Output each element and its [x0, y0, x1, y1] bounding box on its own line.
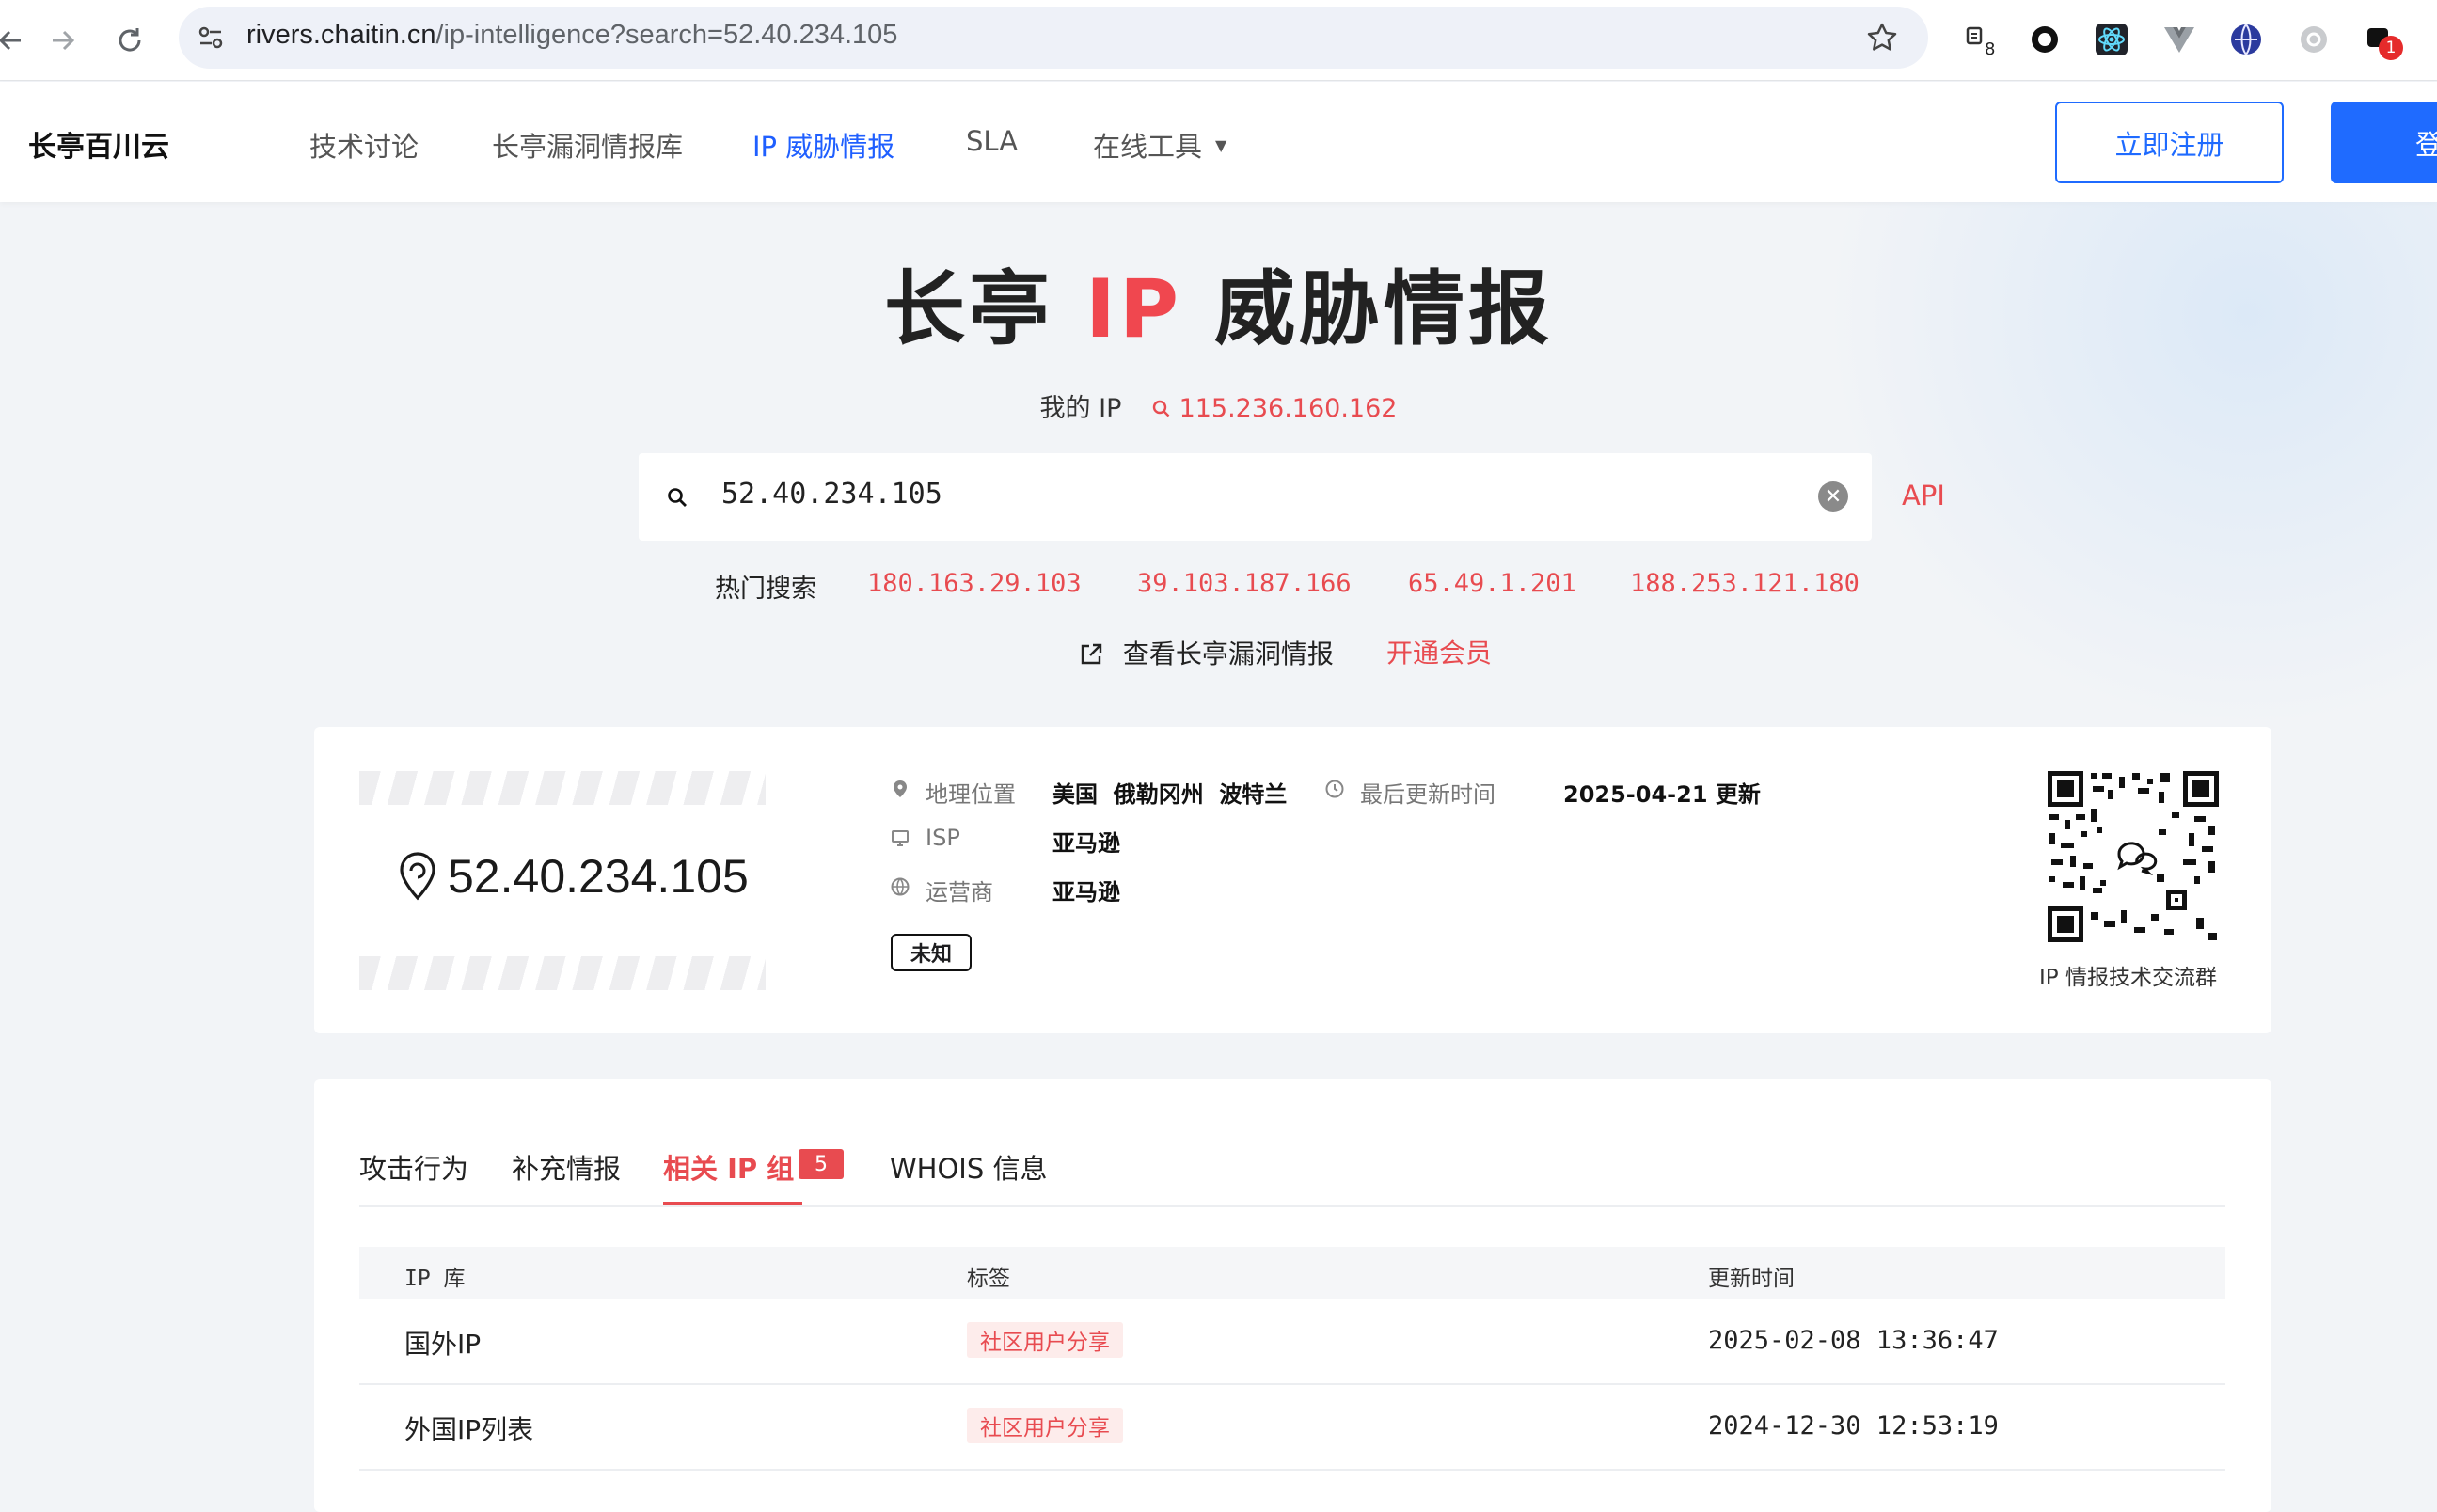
url-host: rivers.chaitin.cn — [246, 20, 436, 50]
title-part-2: 威胁情报 — [1213, 262, 1553, 356]
isp-value: 亚马逊 — [1052, 830, 1120, 857]
nav-tech-discussion[interactable]: 技术讨论 — [309, 125, 419, 165]
my-ip-row: 我的 IP 115.236.160.162 — [0, 387, 2437, 424]
browser-toolbar: rivers.chaitin.cn/ip-intelligence?search… — [0, 0, 2437, 81]
site-logo[interactable]: 长亭百川云 — [28, 123, 169, 165]
tab-attack-behavior[interactable]: 攻击行为 — [359, 1147, 468, 1187]
decorative-stripes-bottom — [359, 956, 766, 990]
nav-ip-threat-intel[interactable]: IP 威胁情报 — [752, 125, 894, 165]
page-title: 长亭 IP 威胁情报 — [0, 243, 2437, 360]
forward-icon[interactable] — [40, 17, 87, 64]
geo-label: 地理位置 — [926, 781, 1016, 808]
hot-search-ip[interactable]: 65.49.1.201 — [1408, 569, 1576, 598]
search-icon — [668, 488, 687, 507]
ip-address-display: 52.40.234.105 — [397, 849, 749, 904]
tab-related-ip-groups[interactable]: 相关 IP 组 — [663, 1147, 794, 1187]
vue-devtools-icon[interactable] — [2159, 19, 2200, 60]
nav-vuln-intel[interactable]: 长亭漏洞情报库 — [492, 125, 683, 165]
ip-search-input[interactable] — [721, 478, 1756, 511]
row-tag: 社区用户分享 — [967, 1408, 1123, 1443]
site-info-icon[interactable] — [196, 23, 226, 56]
hot-search-ip[interactable]: 188.253.121.180 — [1630, 569, 1859, 598]
geo-value: 美国 俄勒冈州 波特兰 — [1052, 781, 1288, 808]
qr-caption: IP 情报技术交流群 — [2039, 966, 2217, 990]
nav-online-tools[interactable]: 在线工具 ▼ — [1093, 125, 1226, 165]
url-text[interactable]: rivers.chaitin.cn/ip-intelligence?search… — [246, 20, 897, 51]
clock-icon — [1325, 780, 1344, 798]
nav-sla[interactable]: SLA — [966, 125, 1018, 157]
hot-search-ip[interactable]: 39.103.187.166 — [1137, 569, 1352, 598]
title-part-1: 长亭 — [884, 262, 1054, 356]
tab-whois[interactable]: WHOIS 信息 — [890, 1147, 1048, 1187]
api-link[interactable]: API — [1902, 480, 1945, 512]
back-icon[interactable] — [0, 17, 34, 64]
location-icon — [894, 780, 907, 797]
caret-down-icon: ▼ — [1215, 135, 1227, 154]
notification-badge: 1 — [2379, 36, 2403, 60]
table-header: IP 库 标签 更新时间 — [359, 1247, 2225, 1299]
hot-search-label: 热门搜索 — [715, 575, 816, 604]
nav-online-tools-label: 在线工具 — [1093, 131, 1203, 163]
row-updated-time: 2025-02-08 13:36:47 — [1708, 1326, 1999, 1355]
last-updated-value: 2025-04-21 更新 — [1563, 781, 1761, 808]
globe-extension-icon[interactable] — [2225, 19, 2267, 60]
row-updated-time: 2024-12-30 12:53:19 — [1708, 1411, 1999, 1441]
clear-search-icon[interactable]: ✕ — [1818, 481, 1848, 512]
search-icon — [1152, 400, 1170, 417]
qr-code-image — [2048, 771, 2219, 942]
ip-search-box: ✕ — [639, 453, 1872, 541]
column-header-tags: 标签 — [967, 1267, 1010, 1291]
table-row[interactable]: 外国IP列表 社区用户分享 2024-12-30 12:53:19 — [359, 1385, 2225, 1471]
register-button[interactable]: 立即注册 — [2055, 102, 2284, 183]
react-devtools-icon[interactable] — [2091, 19, 2132, 60]
login-button[interactable]: 登 — [2331, 102, 2437, 183]
isp-label: ISP — [926, 825, 960, 851]
hot-search-ip[interactable]: 180.163.29.103 — [867, 569, 1082, 598]
bookmark-star-icon[interactable] — [1865, 21, 1899, 58]
monitor-icon — [892, 830, 909, 846]
my-ip-link[interactable]: 115.236.160.162 — [1152, 394, 1397, 423]
notification-extension-icon[interactable]: 1 — [2360, 19, 2403, 60]
address-bar[interactable]: rivers.chaitin.cn/ip-intelligence?search… — [179, 7, 1928, 69]
external-link-icon — [1081, 643, 1102, 665]
ip-library-name[interactable]: 国外IP — [404, 1324, 481, 1362]
row-tag: 社区用户分享 — [967, 1322, 1123, 1358]
decorative-stripes-top — [359, 771, 766, 805]
tab-divider — [359, 1205, 2225, 1207]
active-tab-indicator — [663, 1202, 802, 1205]
column-header-ip-library: IP 库 — [404, 1267, 466, 1291]
reload-icon[interactable] — [106, 17, 153, 64]
vuln-intel-link-label: 查看长亭漏洞情报 — [1122, 638, 1334, 669]
site-header: 长亭百川云 技术讨论 长亭漏洞情报库 IP 威胁情报 SLA 在线工具 ▼ 立即… — [0, 82, 2437, 202]
location-pin-icon — [400, 852, 435, 901]
carrier-value: 亚马逊 — [1052, 879, 1120, 906]
ip-info-card: 52.40.234.105 地理位置 美国 俄勒冈州 波特兰 ISP 亚马逊 运… — [314, 727, 2271, 1033]
circle-extension-icon[interactable] — [2024, 19, 2065, 60]
vuln-intel-link[interactable]: 查看长亭漏洞情报 — [1079, 634, 1334, 671]
column-header-updated-time: 更新时间 — [1708, 1267, 1795, 1291]
extension-icon[interactable]: 8 — [1958, 19, 2000, 60]
last-updated-label: 最后更新时间 — [1360, 781, 1495, 808]
tab-supplementary-intel[interactable]: 补充情报 — [512, 1147, 621, 1187]
extension-badge: 8 — [1985, 39, 1996, 59]
related-ip-groups-count-badge: 5 — [799, 1149, 844, 1179]
ip-library-name[interactable]: 外国IP列表 — [404, 1410, 533, 1447]
gray-extension-icon[interactable] — [2293, 19, 2334, 60]
ip-address-value: 52.40.234.105 — [448, 850, 749, 903]
my-ip-label: 我的 IP — [1039, 394, 1122, 423]
url-path: /ip-intelligence?search=52.40.234.105 — [435, 20, 898, 50]
threat-tag: 未知 — [891, 934, 972, 971]
table-row[interactable]: 国外IP 社区用户分享 2025-02-08 13:36:47 — [359, 1299, 2225, 1385]
details-card: 攻击行为 补充情报 相关 IP 组 5 WHOIS 信息 IP 库 标签 更新时… — [314, 1079, 2271, 1512]
title-part-ip: IP — [1084, 262, 1183, 356]
carrier-label: 运营商 — [926, 879, 993, 906]
my-ip-value: 115.236.160.162 — [1179, 394, 1398, 423]
globe-icon — [891, 877, 910, 896]
open-membership-link[interactable]: 开通会员 — [1386, 633, 1492, 670]
